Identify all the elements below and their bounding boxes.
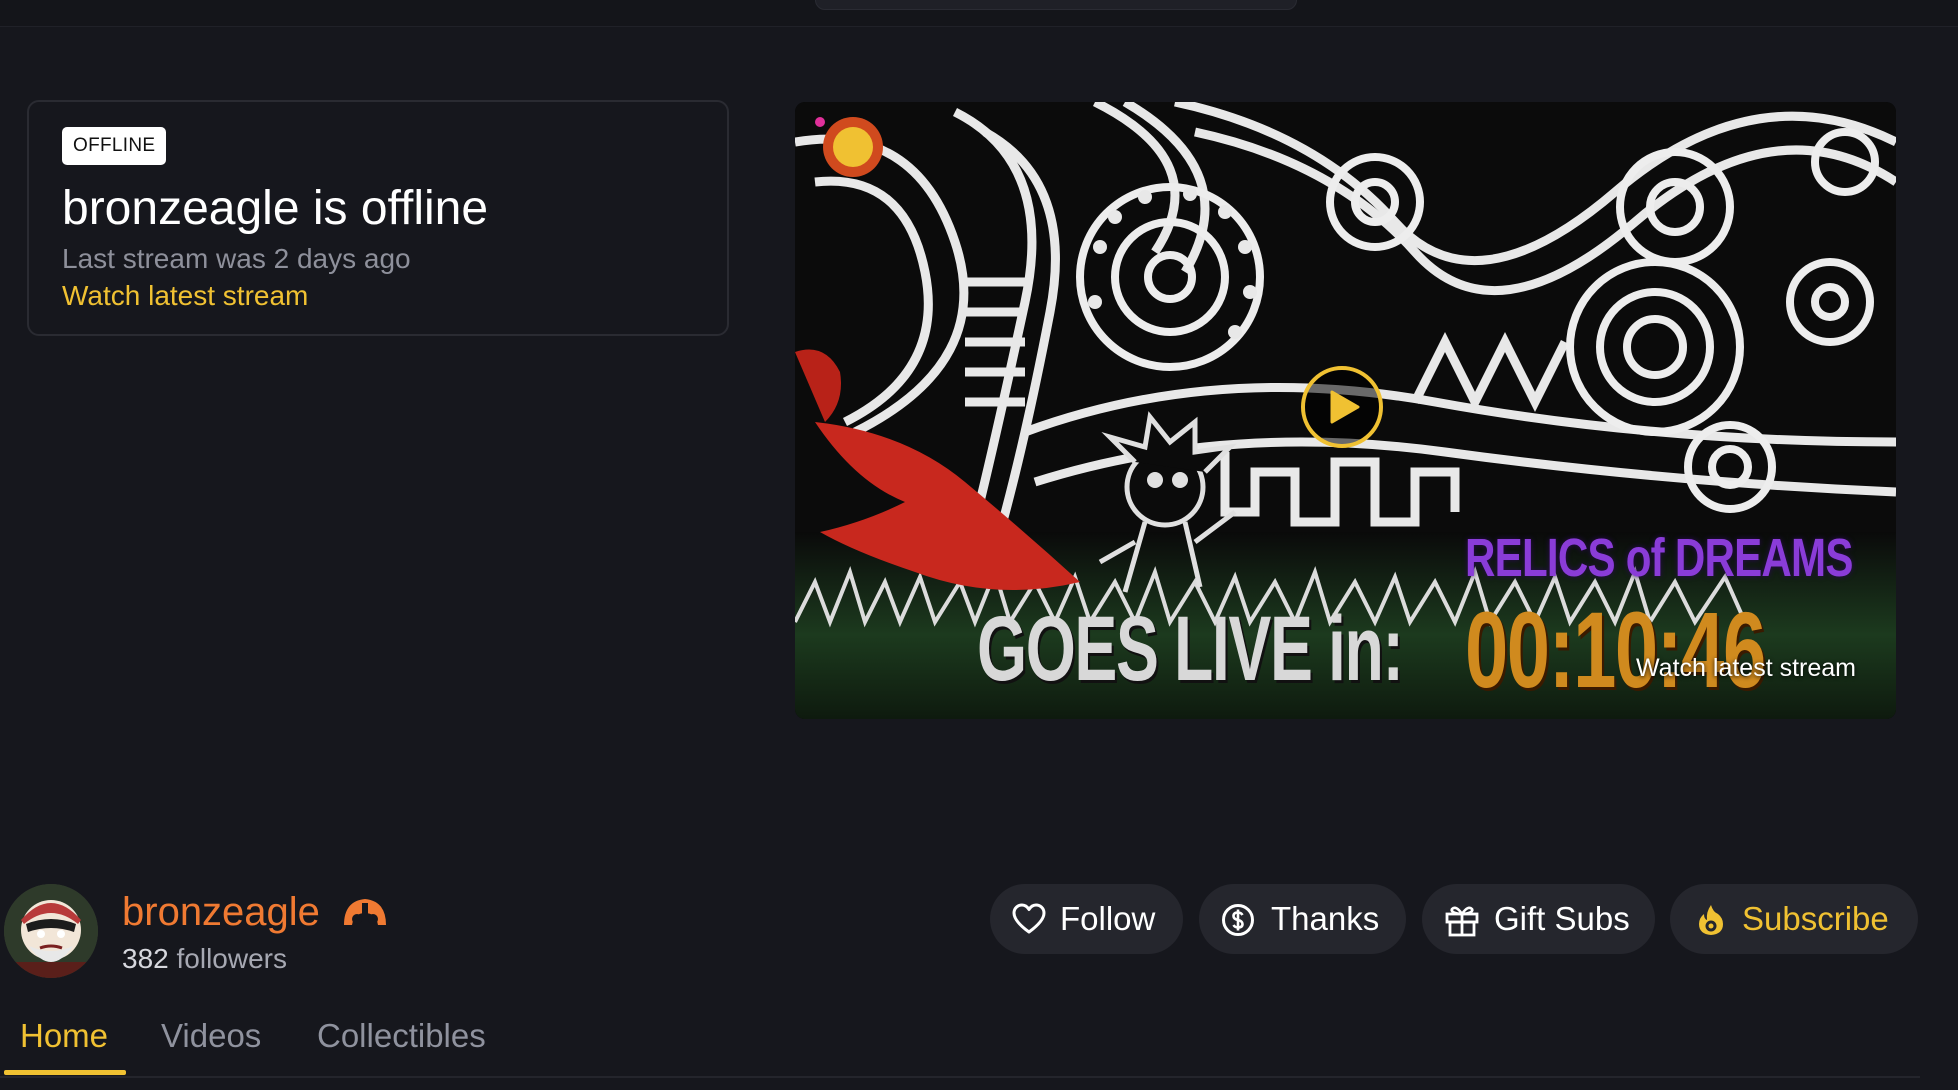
tab-collectibles[interactable]: Collectibles: [317, 1016, 486, 1056]
offline-title: bronzeagle is offline: [62, 182, 489, 235]
video-watch-latest-label: Watch latest stream: [1636, 654, 1856, 682]
gift-icon: [1445, 906, 1479, 937]
avatar-image: [4, 884, 98, 978]
followers-label: followers: [176, 943, 287, 974]
gift-subs-label: Gift Subs: [1494, 900, 1630, 937]
channel-badge-icon: [344, 899, 386, 925]
banner-goes-live-text: GOES LIVE in:: [977, 598, 1404, 700]
offline-badge: OFFLINE: [62, 127, 167, 165]
channel-tabs: Home Videos Collectibles: [0, 1008, 1920, 1078]
dollar-coin-icon: [1222, 904, 1254, 936]
latest-stream-video-thumbnail[interactable]: RELICS of DREAMS GOES LIVE in: 00:10:46 …: [795, 102, 1896, 719]
channel-avatar[interactable]: [4, 884, 98, 978]
banner-title-text: RELICS of DREAMS: [1465, 528, 1853, 588]
tab-home[interactable]: Home: [20, 1016, 108, 1056]
channel-name[interactable]: bronzeagle: [122, 888, 320, 936]
last-stream-text: Last stream was 2 days ago: [62, 243, 411, 274]
play-button[interactable]: [1301, 366, 1383, 448]
followers-count: 382 followers: [122, 942, 287, 976]
flame-icon: [1699, 905, 1723, 935]
search-bar-edge[interactable]: [815, 0, 1297, 10]
play-icon: [1330, 390, 1360, 424]
thanks-label: Thanks: [1271, 900, 1380, 937]
top-navigation-bar: [0, 0, 1958, 27]
offline-status-card: OFFLINE bronzeagle is offline Last strea…: [27, 100, 729, 336]
gift-subs-button[interactable]: Gift Subs: [1422, 884, 1655, 954]
follow-button[interactable]: Follow: [990, 884, 1183, 954]
heart-icon: [1012, 903, 1046, 934]
followers-number: 382: [122, 943, 169, 974]
banner-countdown-text: 00:10:46: [1465, 589, 1766, 710]
subscribe-label: Subscribe: [1742, 900, 1889, 937]
follow-label: Follow: [1060, 900, 1156, 937]
thanks-button[interactable]: Thanks: [1199, 884, 1406, 954]
tab-videos[interactable]: Videos: [161, 1016, 261, 1056]
subscribe-button[interactable]: Subscribe: [1670, 884, 1918, 954]
active-tab-indicator: [4, 1070, 126, 1075]
watch-latest-stream-link[interactable]: Watch latest stream: [62, 279, 308, 313]
